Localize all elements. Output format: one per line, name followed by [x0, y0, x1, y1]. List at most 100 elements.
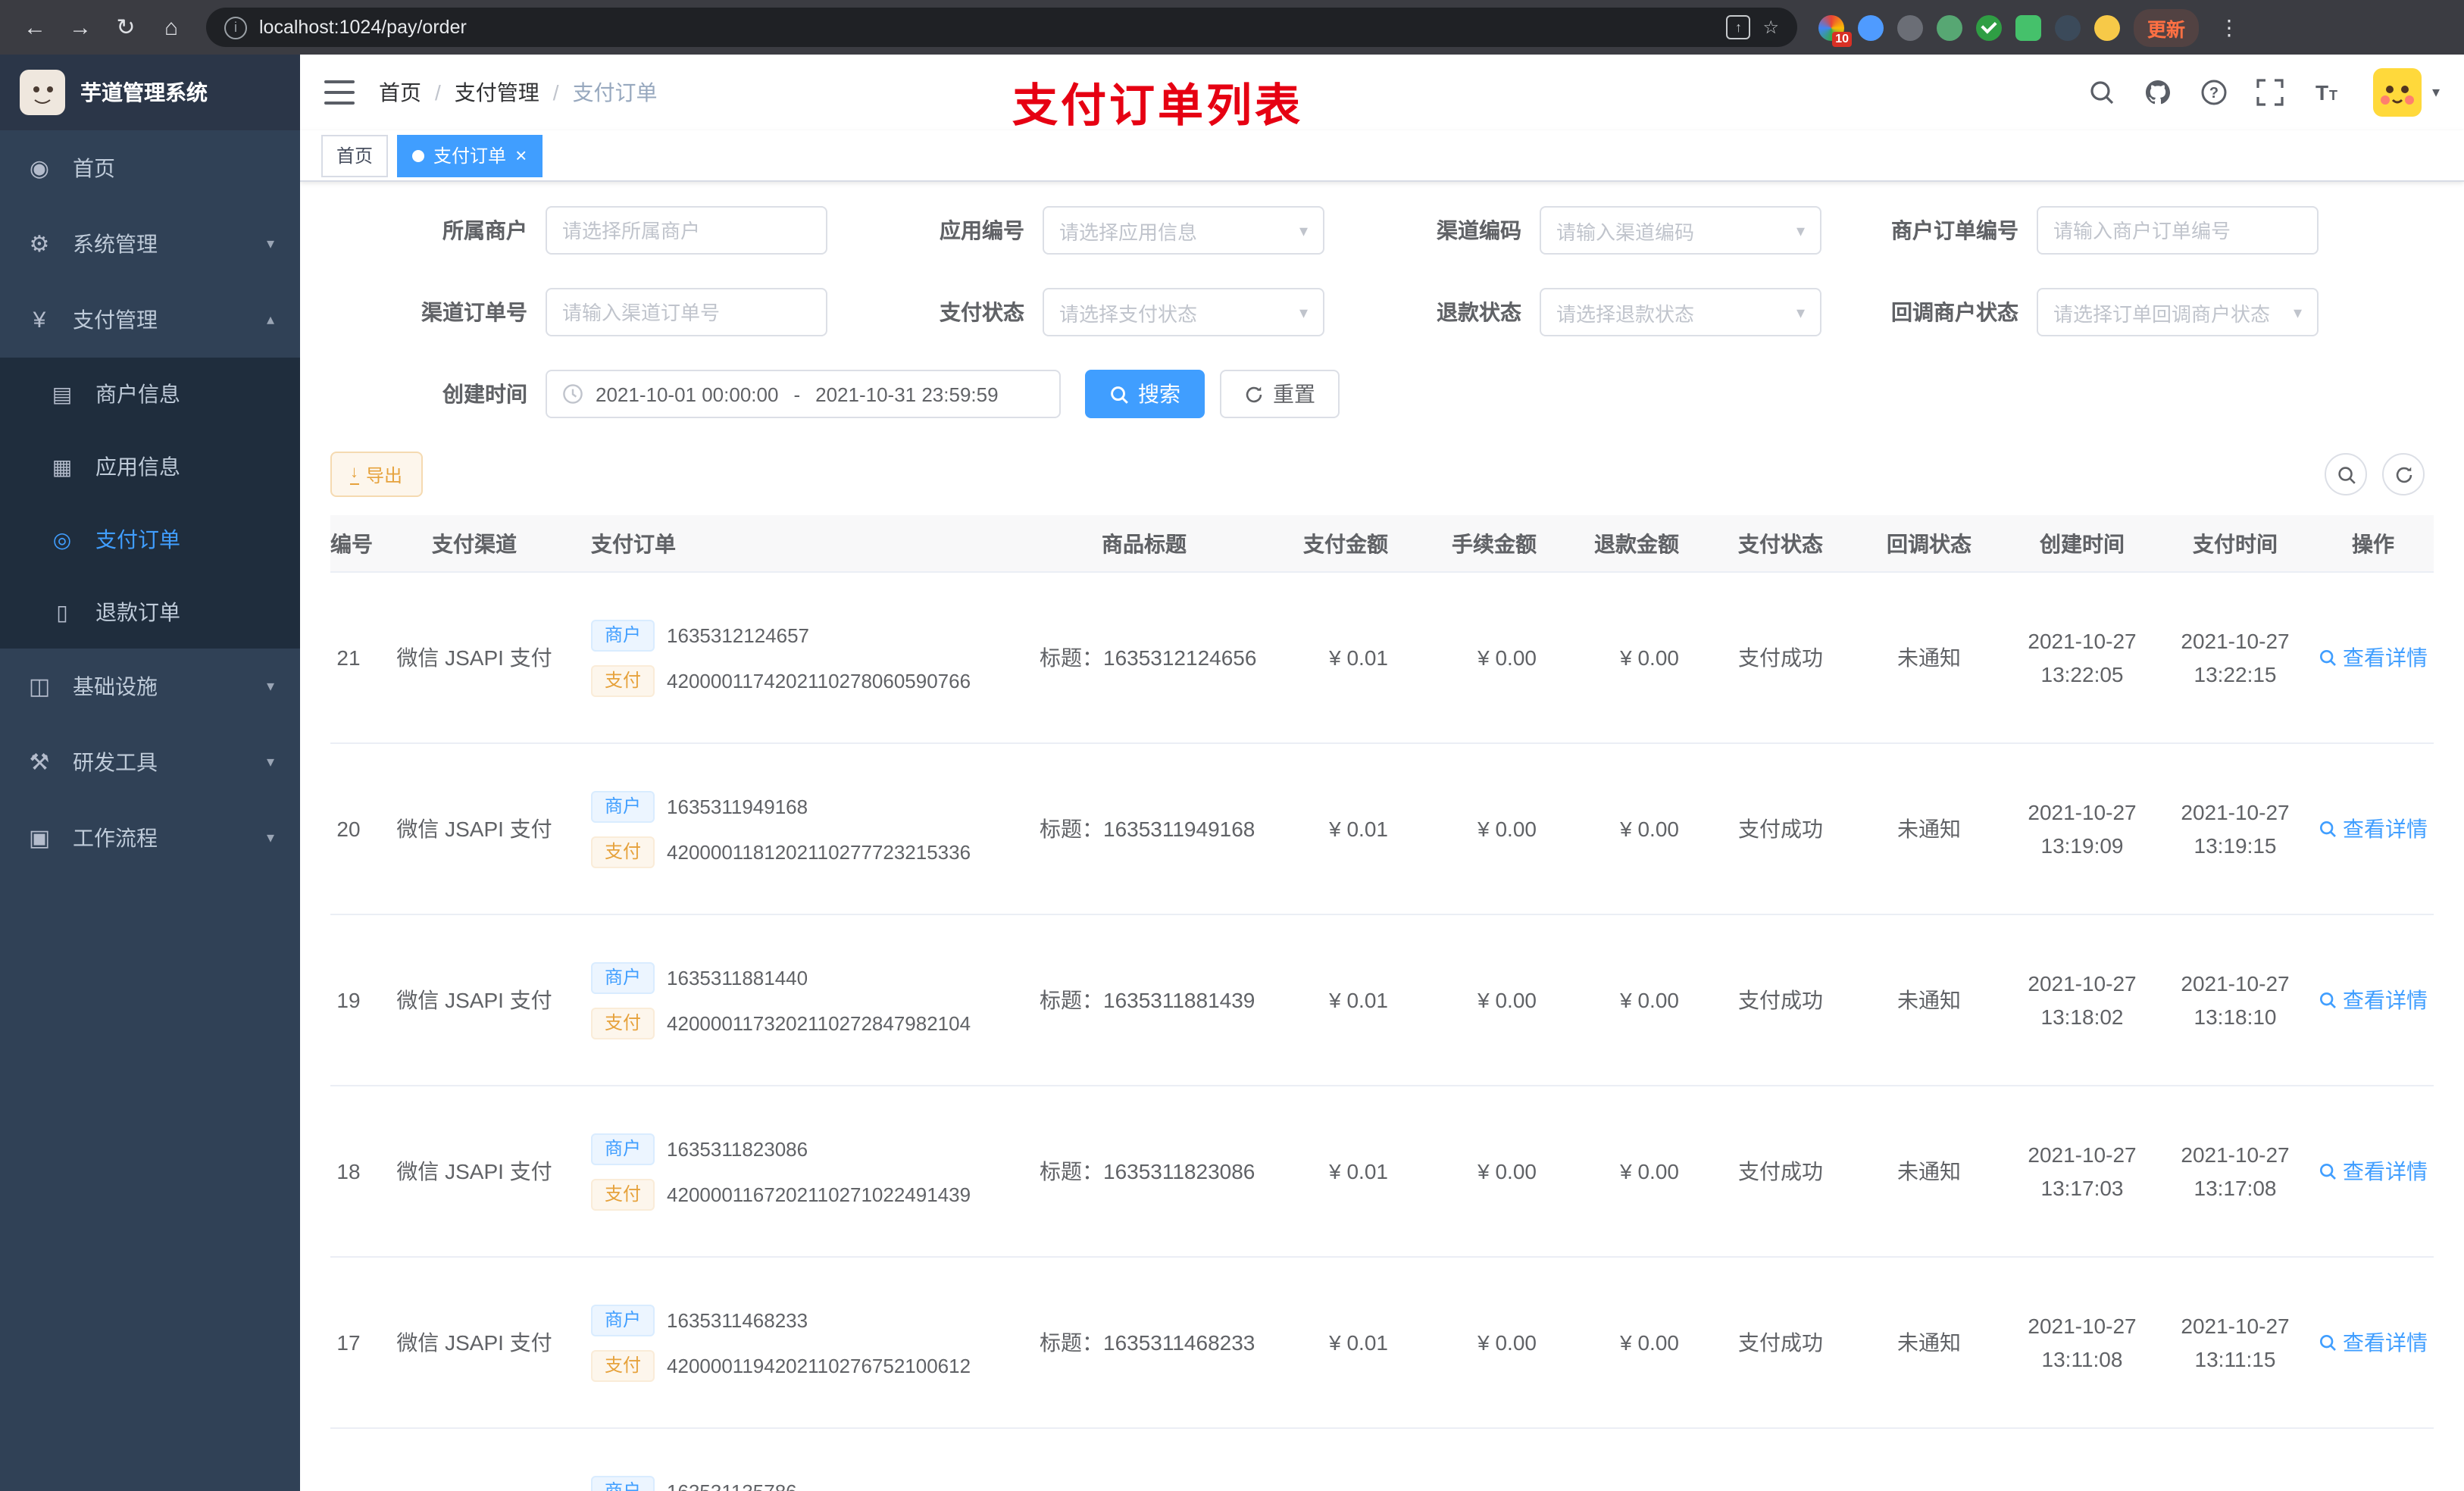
sidebar-item-home[interactable]: ◉ 首页: [0, 130, 300, 206]
tab-home[interactable]: 首页: [321, 134, 389, 177]
sidebar-item-label: 基础设施: [73, 674, 158, 699]
cell-pay-time: 2021-10-27 13:19:15: [2161, 743, 2309, 915]
sidebar-item-devtools[interactable]: ⚒ 研发工具 ▾: [0, 724, 300, 800]
extension-icon-1[interactable]: 10: [1818, 14, 1852, 46]
reset-button[interactable]: 重置: [1220, 370, 1340, 418]
extension-icon-8[interactable]: [2094, 14, 2120, 40]
pay-order-no: 4200001181202110277723215336: [667, 840, 971, 863]
filter-row-3: 创建时间 2021-10-01 00:00:00 - 2021-10-31 23…: [330, 370, 2434, 418]
refresh-button[interactable]: [2382, 453, 2425, 495]
sidebar-item-refund-order[interactable]: ▯ 退款订单: [0, 576, 300, 649]
field-label: 回调商户状态: [1891, 300, 2018, 324]
filter-merchant-order-no: 商户订单编号: [1821, 206, 2319, 255]
site-info-icon[interactable]: i: [224, 16, 247, 39]
extension-icon-3[interactable]: [1897, 14, 1923, 40]
pay-status-select[interactable]: 请选择支付状态 ▾: [1043, 288, 1324, 336]
date-start[interactable]: 2021-10-01 00:00:00: [596, 383, 778, 405]
pay-order-no: 4200001174202110278060590766: [667, 669, 971, 692]
view-detail-link[interactable]: 查看详情: [2319, 814, 2428, 844]
tab-pay-order[interactable]: 支付订单 ×: [397, 134, 543, 177]
toggle-search-button[interactable]: [2325, 453, 2367, 495]
sidebar-item-pay-order[interactable]: ◎ 支付订单: [0, 503, 300, 576]
fullscreen-icon[interactable]: [2255, 77, 2285, 108]
field-label: 所属商户: [442, 218, 527, 242]
view-detail-link[interactable]: 查看详情: [2319, 985, 2428, 1015]
filter-notify-status: 回调商户状态 请选择订单回调商户状态 ▾: [1821, 288, 2319, 336]
view-detail-link[interactable]: 查看详情: [2319, 642, 2428, 673]
workflow-icon: ▣: [28, 826, 51, 852]
extension-icon-5[interactable]: [1976, 14, 2002, 40]
select-placeholder: 请选择应用信息: [1059, 220, 1198, 243]
col-notify: 回调状态: [1855, 515, 2003, 573]
browser-menu-icon[interactable]: ⋮: [2212, 14, 2246, 40]
breadcrumb-home[interactable]: 首页: [379, 77, 421, 108]
chevron-down-icon: ▾: [266, 830, 274, 846]
cell-channel: 微信 JSAPI 支付: [376, 1086, 573, 1258]
view-detail-link[interactable]: 查看详情: [2319, 1327, 2428, 1358]
bookmark-star-icon[interactable]: ☆: [1762, 17, 1779, 38]
refund-status-select[interactable]: 请选择退款状态 ▾: [1540, 288, 1821, 336]
merchant-input[interactable]: [546, 206, 827, 255]
cell-title: [1021, 1428, 1267, 1491]
home-icon[interactable]: ⌂: [152, 8, 191, 47]
target-icon: ◎: [52, 527, 72, 551]
cell-refund: ¥ 0.00: [1564, 572, 1706, 744]
sidebar-item-app-info[interactable]: ▦ 应用信息: [0, 430, 300, 503]
app-id-select[interactable]: 请选择应用信息 ▾: [1043, 206, 1324, 255]
cell-pay-order: 商户 1635311881440 支付 42000011732021102728…: [573, 914, 1021, 1086]
url-bar[interactable]: i localhost:1024/pay/order ↑ ☆: [206, 8, 1797, 47]
font-size-icon[interactable]: TT: [2311, 77, 2341, 108]
channel-order-no-input[interactable]: [546, 288, 827, 336]
field-label: 退款状态: [1437, 300, 1521, 324]
col-pay-order: 支付订单: [573, 515, 1021, 573]
cell-action: 查看详情: [2309, 1428, 2434, 1491]
merchant-order-no-input[interactable]: [2037, 206, 2319, 255]
channel-code-select[interactable]: 请输入渠道编码 ▾: [1540, 206, 1821, 255]
date-range-picker[interactable]: 2021-10-01 00:00:00 - 2021-10-31 23:59:5…: [546, 370, 1061, 418]
hamburger-icon[interactable]: [324, 80, 355, 105]
extension-icon-7[interactable]: [2055, 14, 2081, 40]
cell-fee: ¥ 0.00: [1415, 743, 1564, 915]
pay-tag: 支付: [591, 1349, 655, 1381]
date-end[interactable]: 2021-10-31 23:59:59: [815, 383, 998, 405]
sidebar-item-infra[interactable]: ◫ 基础设施 ▾: [0, 649, 300, 724]
sidebar-item-system[interactable]: ⚙ 系统管理 ▾: [0, 206, 300, 282]
notify-status-select[interactable]: 请选择订单回调商户状态 ▾: [2037, 288, 2319, 336]
reload-icon[interactable]: ↻: [106, 8, 145, 47]
search-icon: [2320, 650, 2336, 666]
refresh-icon: [1246, 386, 1262, 402]
sidebar-item-workflow[interactable]: ▣ 工作流程 ▾: [0, 800, 300, 876]
export-button[interactable]: ↓ 导出: [330, 452, 423, 497]
search-button[interactable]: 搜索: [1085, 370, 1205, 418]
close-icon[interactable]: ×: [515, 145, 527, 165]
merchant-tag: 商户: [591, 1304, 655, 1336]
help-icon[interactable]: ?: [2199, 77, 2229, 108]
breadcrumb-pay[interactable]: 支付管理: [455, 77, 539, 108]
sidebar-item-pay[interactable]: ¥ 支付管理 ▴: [0, 282, 300, 358]
sidebar-item-merchant-info[interactable]: ▤ 商户信息: [0, 358, 300, 430]
search-button-label: 搜索: [1138, 382, 1180, 406]
svg-text:T: T: [2315, 81, 2328, 105]
cell-amount: ¥ 0.01: [1267, 743, 1415, 915]
url-text[interactable]: localhost:1024/pay/order: [259, 17, 1714, 38]
chevron-down-icon: ▾: [266, 678, 274, 695]
field-label: 应用编号: [940, 218, 1024, 242]
share-icon[interactable]: ↑: [1726, 15, 1751, 39]
cell-pay-order: 商户 1635312124657 支付 42000011742021102780…: [573, 572, 1021, 744]
extension-icon-4[interactable]: [1937, 14, 1962, 40]
extension-icon-6[interactable]: [2015, 14, 2041, 40]
server-icon: ◫: [28, 674, 51, 700]
view-detail-link[interactable]: 查看详情: [2319, 1156, 2428, 1186]
extension-icon-2[interactable]: [1858, 14, 1884, 40]
cell-action: 查看详情: [2309, 1257, 2434, 1429]
search-icon[interactable]: [2087, 77, 2117, 108]
field-label: 商户订单编号: [1891, 218, 2018, 242]
avatar[interactable]: [2372, 68, 2422, 117]
cell-create-time: 2021-10-27 13:11:08: [2003, 1257, 2161, 1429]
forward-icon[interactable]: →: [61, 8, 100, 47]
chevron-down-icon: ▾: [1299, 304, 1308, 322]
back-icon[interactable]: ←: [15, 8, 55, 47]
user-menu[interactable]: ▾: [2372, 68, 2440, 117]
browser-update-button[interactable]: 更新: [2134, 8, 2200, 46]
github-icon[interactable]: [2143, 77, 2173, 108]
